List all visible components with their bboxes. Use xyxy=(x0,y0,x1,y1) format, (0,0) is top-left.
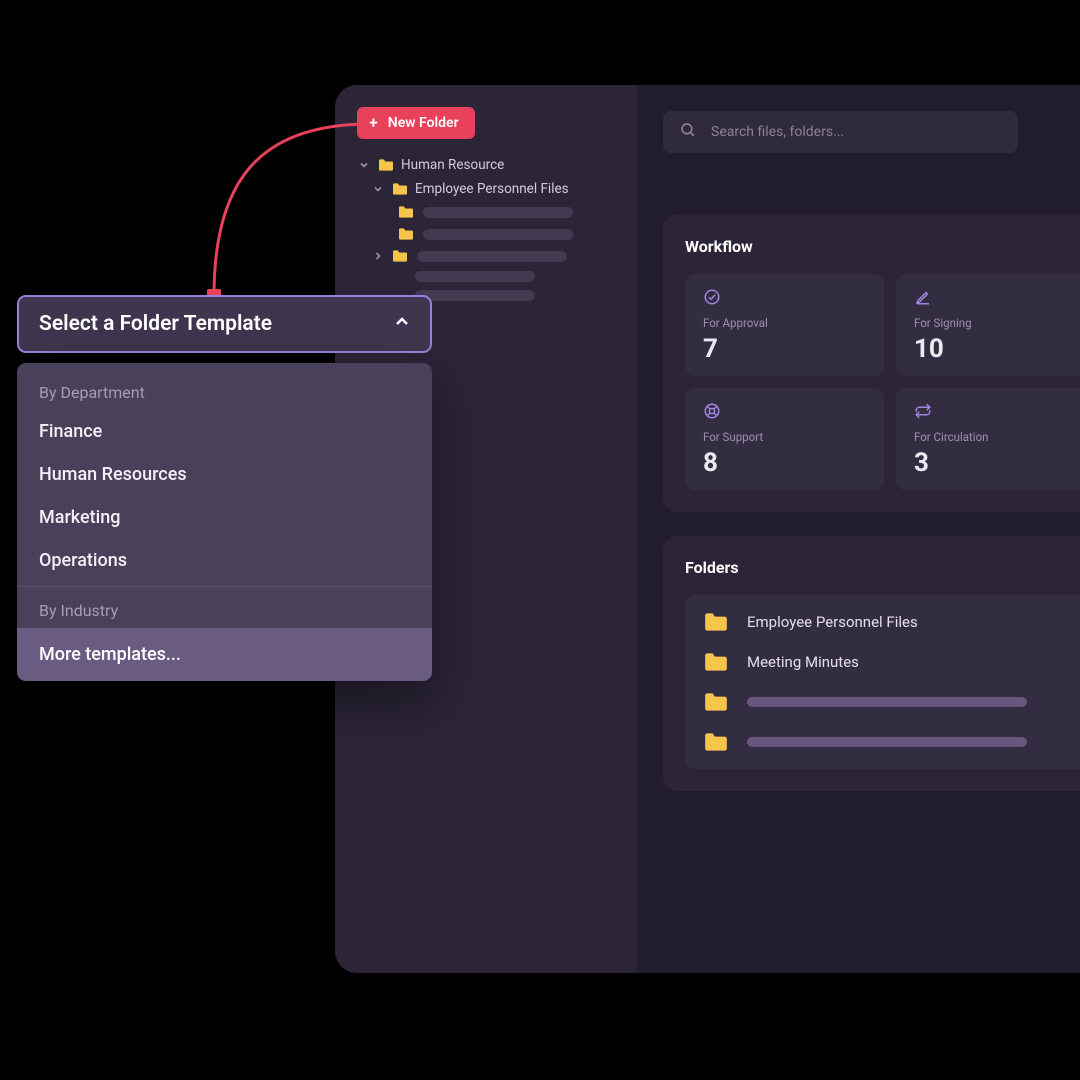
folder-row-placeholder[interactable] xyxy=(703,731,1077,753)
folder-icon xyxy=(703,731,729,753)
search-icon xyxy=(679,121,697,143)
tree-item-placeholder[interactable] xyxy=(349,267,623,286)
more-templates-button[interactable]: More templates... xyxy=(17,628,432,681)
folder-icon xyxy=(703,691,729,713)
folder-row-placeholder[interactable] xyxy=(703,691,1077,713)
template-picker-menu: By Department Finance Human Resources Ma… xyxy=(17,363,432,681)
chevron-down-icon xyxy=(371,184,385,194)
main-content: Search files, folders... Workflow For Ap… xyxy=(637,85,1080,973)
folder-icon xyxy=(391,182,409,196)
card-value: 3 xyxy=(914,448,1077,478)
template-picker-toggle[interactable]: Select a Folder Template xyxy=(17,295,432,353)
placeholder-bar xyxy=(415,271,535,282)
folder-icon xyxy=(397,227,415,241)
folder-icon xyxy=(377,158,395,172)
folder-tree: Human Resource Employee Personnel Files xyxy=(349,153,623,305)
card-approval[interactable]: For Approval 7 xyxy=(685,274,884,376)
chevron-down-icon xyxy=(357,160,371,170)
card-label: For Circulation xyxy=(914,430,1077,444)
search-input[interactable]: Search files, folders... xyxy=(663,111,1018,153)
plus-icon: + xyxy=(369,115,378,131)
folder-label: Employee Personnel Files xyxy=(747,613,918,631)
tree-item-label: Human Resource xyxy=(401,157,504,173)
new-folder-button[interactable]: + New Folder xyxy=(357,107,475,139)
placeholder-bar xyxy=(747,737,1027,747)
template-picker: Select a Folder Template By Department F… xyxy=(17,295,432,681)
card-label: For Support xyxy=(703,430,866,444)
card-value: 7 xyxy=(703,334,866,364)
card-value: 8 xyxy=(703,448,866,478)
tree-item-placeholder[interactable] xyxy=(349,201,623,223)
tree-item-placeholder[interactable] xyxy=(349,223,623,245)
chevron-up-icon xyxy=(394,314,410,334)
card-circulation[interactable]: For Circulation 3 xyxy=(896,388,1080,490)
card-label: For Approval xyxy=(703,316,866,330)
workflow-panel: Workflow For Approval 7 For Signing 10 xyxy=(663,215,1080,512)
search-placeholder: Search files, folders... xyxy=(711,124,844,140)
folder-icon xyxy=(391,249,409,263)
folders-panel: Folders Employee Personnel Files Meeting… xyxy=(663,536,1080,791)
workflow-title: Workflow xyxy=(685,237,1080,256)
folder-icon xyxy=(703,651,729,673)
folder-list: Employee Personnel Files Meeting Minutes xyxy=(685,595,1080,769)
new-folder-label: New Folder xyxy=(388,115,459,131)
repeat-icon xyxy=(914,402,1077,424)
card-value: 10 xyxy=(914,334,1077,364)
folder-row[interactable]: Meeting Minutes xyxy=(703,651,1077,673)
chevron-right-icon xyxy=(371,251,385,261)
workflow-cards: For Approval 7 For Signing 10 For Suppor… xyxy=(685,274,1080,490)
app-window: + New Folder Human Resource Em xyxy=(335,85,1080,973)
tree-item-child[interactable]: Employee Personnel Files xyxy=(349,177,623,201)
placeholder-bar xyxy=(417,251,567,262)
tree-item-label: Employee Personnel Files xyxy=(415,181,569,197)
group-label-department: By Department xyxy=(17,363,432,410)
folder-icon xyxy=(397,205,415,219)
placeholder-bar xyxy=(423,207,573,218)
template-picker-title: Select a Folder Template xyxy=(39,312,272,336)
placeholder-bar xyxy=(415,290,535,301)
placeholder-bar xyxy=(747,697,1027,707)
card-label: For Signing xyxy=(914,316,1077,330)
folder-icon xyxy=(703,611,729,633)
tree-item-collapsed[interactable] xyxy=(349,245,623,267)
pen-icon xyxy=(914,288,1077,310)
folders-title: Folders xyxy=(685,558,1080,577)
check-circle-icon xyxy=(703,288,866,310)
folder-label: Meeting Minutes xyxy=(747,653,859,671)
group-label-industry: By Industry xyxy=(17,587,432,628)
template-option-operations[interactable]: Operations xyxy=(17,539,432,582)
tree-item-root[interactable]: Human Resource xyxy=(349,153,623,177)
lifebuoy-icon xyxy=(703,402,866,424)
placeholder-bar xyxy=(423,229,573,240)
template-option-hr[interactable]: Human Resources xyxy=(17,453,432,496)
card-signing[interactable]: For Signing 10 xyxy=(896,274,1080,376)
folder-row[interactable]: Employee Personnel Files xyxy=(703,611,1077,633)
template-option-marketing[interactable]: Marketing xyxy=(17,496,432,539)
template-option-finance[interactable]: Finance xyxy=(17,410,432,453)
card-support[interactable]: For Support 8 xyxy=(685,388,884,490)
